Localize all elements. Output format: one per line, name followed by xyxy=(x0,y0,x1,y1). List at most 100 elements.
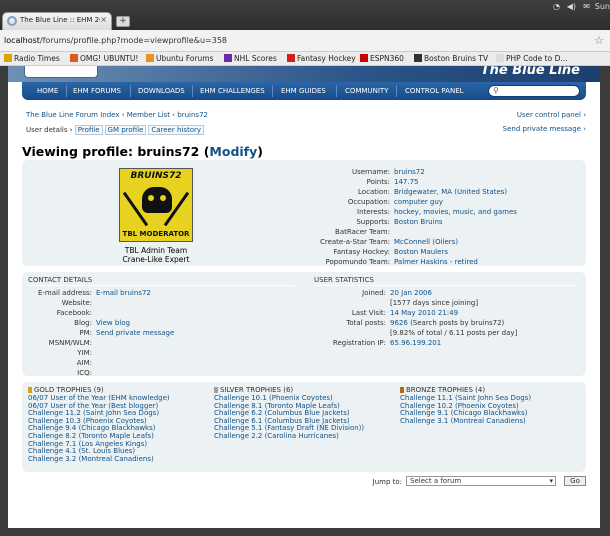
go-button[interactable]: Go xyxy=(564,476,586,486)
bookmark-label: Fantasy Hockey xyxy=(297,54,356,63)
profile-field-label: Popomundo Team: xyxy=(325,258,390,266)
url-text[interactable]: localhost/forums/profile.php?mode=viewpr… xyxy=(4,36,227,45)
forum-select[interactable]: Select a forum ▾ xyxy=(406,476,556,486)
forum-select-value: Select a forum xyxy=(410,477,462,485)
profile-field-value[interactable]: Boston Bruins xyxy=(394,218,443,226)
profile-field-value[interactable]: bruins72 xyxy=(394,168,425,176)
profile-field: Points: 147.75 xyxy=(308,178,419,187)
contact-label: Website: xyxy=(61,299,92,307)
bookmark-ubuntu-forums[interactable]: Ubuntu Forums xyxy=(146,54,214,63)
skull-icon xyxy=(142,187,172,213)
contact-row: AIM: xyxy=(28,359,92,368)
profile-field-value[interactable]: McConnell (Oilers) xyxy=(394,238,458,246)
tab-career-history[interactable]: Career history xyxy=(148,125,205,135)
user-details-tabs: User details › Profile GM profile Career h… xyxy=(26,125,206,135)
contact-value[interactable]: Send private message xyxy=(96,329,174,337)
nav-control-panel[interactable]: CONTROL PANEL xyxy=(405,87,464,95)
contact-value[interactable]: View blog xyxy=(96,319,130,327)
nav-ehm-challenges[interactable]: EHM CHALLENGES xyxy=(200,87,265,95)
bookmark-radio-times[interactable]: Radio Times xyxy=(4,54,60,63)
nav-downloads[interactable]: DOWNLOADS xyxy=(138,87,185,95)
contact-label: PM: xyxy=(79,329,92,337)
trophy-link[interactable]: Challenge 2.2 (Carolina Hurricanes) xyxy=(214,432,364,441)
profile-field-value[interactable]: computer guy xyxy=(394,198,443,206)
user-menu[interactable]: Sun xyxy=(595,2,610,11)
bookmark-label: NHL Scores xyxy=(234,54,277,63)
contact-row: MSNM/WLM: xyxy=(28,339,92,348)
bookmark-icon xyxy=(496,54,504,62)
jump-to-forum: Jump to: Select a forum ▾ Go xyxy=(346,476,586,488)
bookmark-icon xyxy=(224,54,232,62)
site-search-input[interactable]: ⚲ xyxy=(488,85,580,97)
bookmark-label: Boston Bruins TV xyxy=(424,54,489,63)
nav-divider xyxy=(396,85,397,97)
stat-label: Last Visit: xyxy=(351,309,386,317)
nav-divider xyxy=(336,85,337,97)
contact-label: Blog: xyxy=(74,319,92,327)
stat-joined-value: 20 Jan 2006 xyxy=(390,289,432,297)
breadcrumb: The Blue Line Forum Index ‹ Member List … xyxy=(26,111,208,119)
avatar-title: BRUINS72 xyxy=(130,171,182,181)
bookmark-icon xyxy=(414,54,422,62)
profile-field-label: Create-a-Star Team: xyxy=(319,238,390,246)
profile-field-value[interactable]: Boston Maulers xyxy=(394,248,448,256)
modify-link[interactable]: Modify xyxy=(209,144,257,159)
contact-row: Blog: View blog xyxy=(28,319,130,328)
trophy-link[interactable]: Challenge 3.2 (Montreal Canadiens) xyxy=(28,455,170,464)
nav-ehm-forums[interactable]: EHM FORUMS xyxy=(73,87,121,95)
trophy-link[interactable]: Challenge 3.1 (Montreal Canadiens) xyxy=(400,417,531,426)
contact-details-heading: CONTACT DETAILS xyxy=(28,276,93,284)
send-pm-link[interactable]: Send private message › xyxy=(503,125,586,133)
close-tab-icon[interactable]: × xyxy=(100,15,107,24)
contact-row: E-mail address: E-mail bruins72 xyxy=(28,289,151,298)
address-bar[interactable]: localhost/forums/profile.php?mode=viewpr… xyxy=(0,30,610,52)
profile-field-value[interactable]: 147.75 xyxy=(394,178,419,186)
search-posts-link[interactable]: (Search posts by bruins72) xyxy=(410,319,504,327)
profile-field: Fantasy Hockey: Boston Maulers xyxy=(308,248,448,257)
tab-gm-profile[interactable]: GM profile xyxy=(104,125,147,135)
profile-field-value[interactable]: hockey, movies, music, and games xyxy=(394,208,517,216)
bookmark-espn360[interactable]: ESPN360 xyxy=(360,54,404,63)
bookmark-php-code[interactable]: PHP Code to D... xyxy=(496,54,568,63)
stat-last-visit-value: 14 May 2010 21:49 xyxy=(390,309,459,317)
profile-field-label: Interests: xyxy=(357,208,390,216)
bookmark-fantasy-hockey[interactable]: Fantasy Hockey xyxy=(287,54,356,63)
stat-registration-ip-value[interactable]: 65.96.199.201 xyxy=(390,339,441,347)
bookmark-bruins-tv[interactable]: Boston Bruins TV xyxy=(414,54,488,63)
contact-row: Facebook: xyxy=(28,309,92,318)
browser-tab[interactable]: The Blue Line :: EHM 200... × xyxy=(2,12,112,30)
profile-field: Location: Bridgewater, MA (United States) xyxy=(308,188,507,197)
profile-field-value[interactable]: Palmer Haskins - retired xyxy=(394,258,478,266)
mail-icon[interactable]: ✉ xyxy=(583,2,590,11)
wifi-icon[interactable]: ◔ xyxy=(553,2,560,11)
breadcrumb-user[interactable]: bruins72 xyxy=(177,111,208,119)
silver-trophies-heading: SILVER TROPHIES (6) xyxy=(214,386,293,394)
profile-field-value[interactable]: Bridgewater, MA (United States) xyxy=(394,188,507,196)
section-divider xyxy=(28,285,294,286)
tab-profile[interactable]: Profile xyxy=(74,125,103,135)
page-title-text: Viewing profile: bruins72 ( xyxy=(22,144,210,159)
contact-value[interactable]: E-mail bruins72 xyxy=(96,289,151,297)
contact-label: YIM: xyxy=(77,349,92,357)
nav-home[interactable]: HOME xyxy=(37,87,58,95)
bookmark-star-icon[interactable]: ☆ xyxy=(594,34,604,47)
nav-divider xyxy=(192,85,193,97)
new-tab-button[interactable]: + xyxy=(116,16,130,27)
jump-to-label: Jump to: xyxy=(372,478,402,486)
bookmark-nhl-scores[interactable]: NHL Scores xyxy=(224,54,277,63)
breadcrumb-index[interactable]: The Blue Line Forum Index xyxy=(26,111,119,119)
site-logo[interactable] xyxy=(24,66,98,78)
breadcrumb-members[interactable]: Member List xyxy=(127,111,170,119)
avatar-caption: TBL MODERATOR xyxy=(122,230,190,238)
profile-field-label: Supports: xyxy=(356,218,390,226)
volume-icon[interactable]: ◀) xyxy=(567,2,576,11)
nav-ehm-guides[interactable]: EHM GUIDES xyxy=(281,87,326,95)
bookmark-icon xyxy=(360,54,368,62)
trophy-icon xyxy=(400,387,404,393)
ucp-link[interactable]: User control panel › xyxy=(517,111,586,119)
bookmark-omg-ubuntu[interactable]: OMG! UBUNTU! xyxy=(70,54,138,63)
browser-window: The Blue Line :: EHM 200... × + ◔ ◀) ✉ S… xyxy=(0,0,610,536)
profile-field: Interests: hockey, movies, music, and gam… xyxy=(308,208,517,217)
contact-label: MSNM/WLM: xyxy=(48,339,92,347)
nav-community[interactable]: COMMUNITY xyxy=(345,87,388,95)
